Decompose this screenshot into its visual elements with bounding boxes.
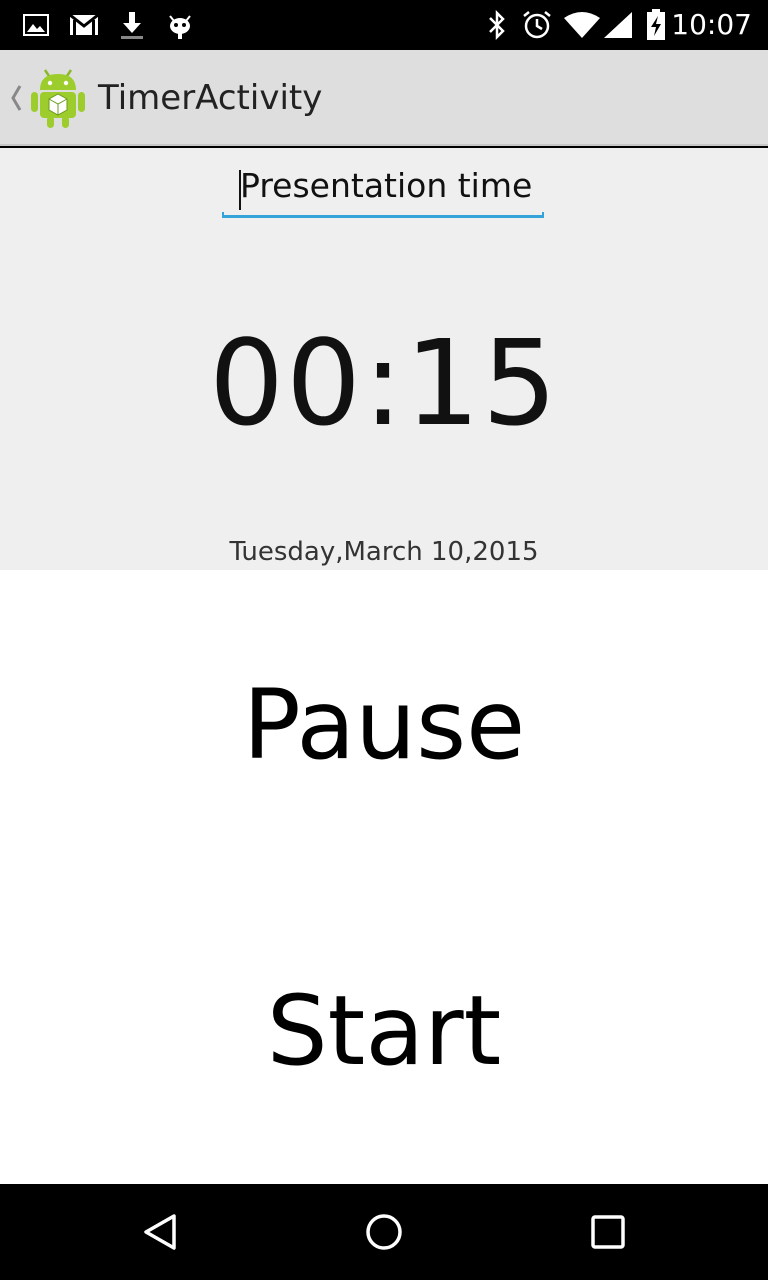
signal-icon <box>602 0 634 50</box>
home-icon[interactable] <box>360 1208 408 1256</box>
navigation-bar <box>0 1184 768 1280</box>
alarm-icon <box>520 0 554 50</box>
wifi-icon <box>562 0 602 50</box>
android-app-icon[interactable] <box>28 64 88 130</box>
timer-name-value[interactable]: Presentation time <box>240 160 532 212</box>
battery-charging-icon <box>644 0 668 50</box>
text-cursor <box>239 170 241 210</box>
start-button[interactable]: Start <box>0 966 768 1096</box>
action-bar: TimerActivity <box>0 50 768 146</box>
up-chevron-icon[interactable] <box>6 78 26 118</box>
input-underline <box>222 212 544 218</box>
android-debug-icon <box>166 0 194 50</box>
timer-header: Presentation time 00:15 Tuesday,March 10… <box>0 148 768 570</box>
download-icon <box>118 0 146 50</box>
status-bar: 10:07 <box>0 0 768 50</box>
back-icon[interactable] <box>136 1208 184 1256</box>
pause-button[interactable]: Pause <box>0 660 768 790</box>
gmail-icon <box>68 0 100 50</box>
bluetooth-icon <box>482 0 512 50</box>
status-time: 10:07 <box>671 8 752 41</box>
timer-display: 00:15 <box>208 314 560 452</box>
timer-name-input[interactable]: Presentation time <box>222 160 544 218</box>
controls-section: Pause Start <box>0 570 768 1184</box>
recents-icon[interactable] <box>584 1208 632 1256</box>
gallery-icon <box>22 0 50 50</box>
date-label: Tuesday,March 10,2015 <box>229 537 539 567</box>
app-title: TimerActivity <box>98 78 323 118</box>
